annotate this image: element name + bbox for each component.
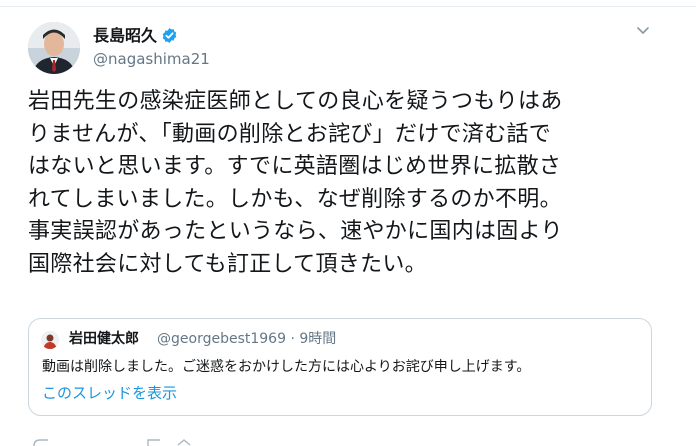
author-name-text[interactable]: 長島昭久: [93, 26, 157, 45]
author-name[interactable]: 長島昭久: [93, 26, 178, 46]
show-thread-link[interactable]: このスレッドを表示: [42, 383, 177, 403]
quoted-avatar[interactable]: [41, 331, 59, 349]
tweet-text-line: はないと思います。すでに英語圏はじめ世界に拡散さ: [28, 154, 562, 179]
action-bar-partial: [33, 439, 191, 446]
tweet-text-line: りませんが、「動画の削除とお詫び」だけで済む話で: [28, 121, 552, 147]
tweet-body: 岩田先生の感染症医師としての良心を疑うつもりはあ りませんが、「動画の削除とお詫…: [28, 86, 683, 281]
top-divider: [0, 6, 696, 7]
quoted-tweet[interactable]: 岩田健太郎 @georgebest1969 · 9時間 動画は削除しました。ご迷…: [28, 318, 652, 416]
author-avatar[interactable]: [28, 22, 80, 74]
verified-badge-icon: [162, 28, 177, 43]
profile-photo-icon: [28, 22, 80, 74]
chevron-down-icon[interactable]: [636, 26, 650, 36]
tweet-text-line: 岩田先生の感染症医師としての良心を疑うつもりはあ: [28, 89, 563, 114]
quoted-author-name[interactable]: 岩田健太郎: [69, 329, 139, 349]
tweet-text-line: れてしまいました。しかも、なぜ削除するのか不明。: [28, 186, 562, 212]
quoted-author-meta: @georgebest1969 · 9時間: [157, 331, 337, 347]
tweet-text-line: 事実誤認があったというなら、速やかに国内は固より: [28, 219, 563, 244]
author-handle[interactable]: @nagashima21: [93, 49, 210, 69]
quoted-tweet-text: 動画は削除しました。ご迷惑をおかけした方には心よりお詫び申し上げます。: [42, 359, 531, 375]
tweet-card: 長島昭久 @nagashima21 岩田先生の感染症医師としての良心を疑うつもり…: [0, 0, 696, 446]
quoted-profile-photo-icon: [41, 331, 59, 349]
tweet-text-line: 国際社会に対しても訂正して頂きたい。: [28, 251, 427, 277]
